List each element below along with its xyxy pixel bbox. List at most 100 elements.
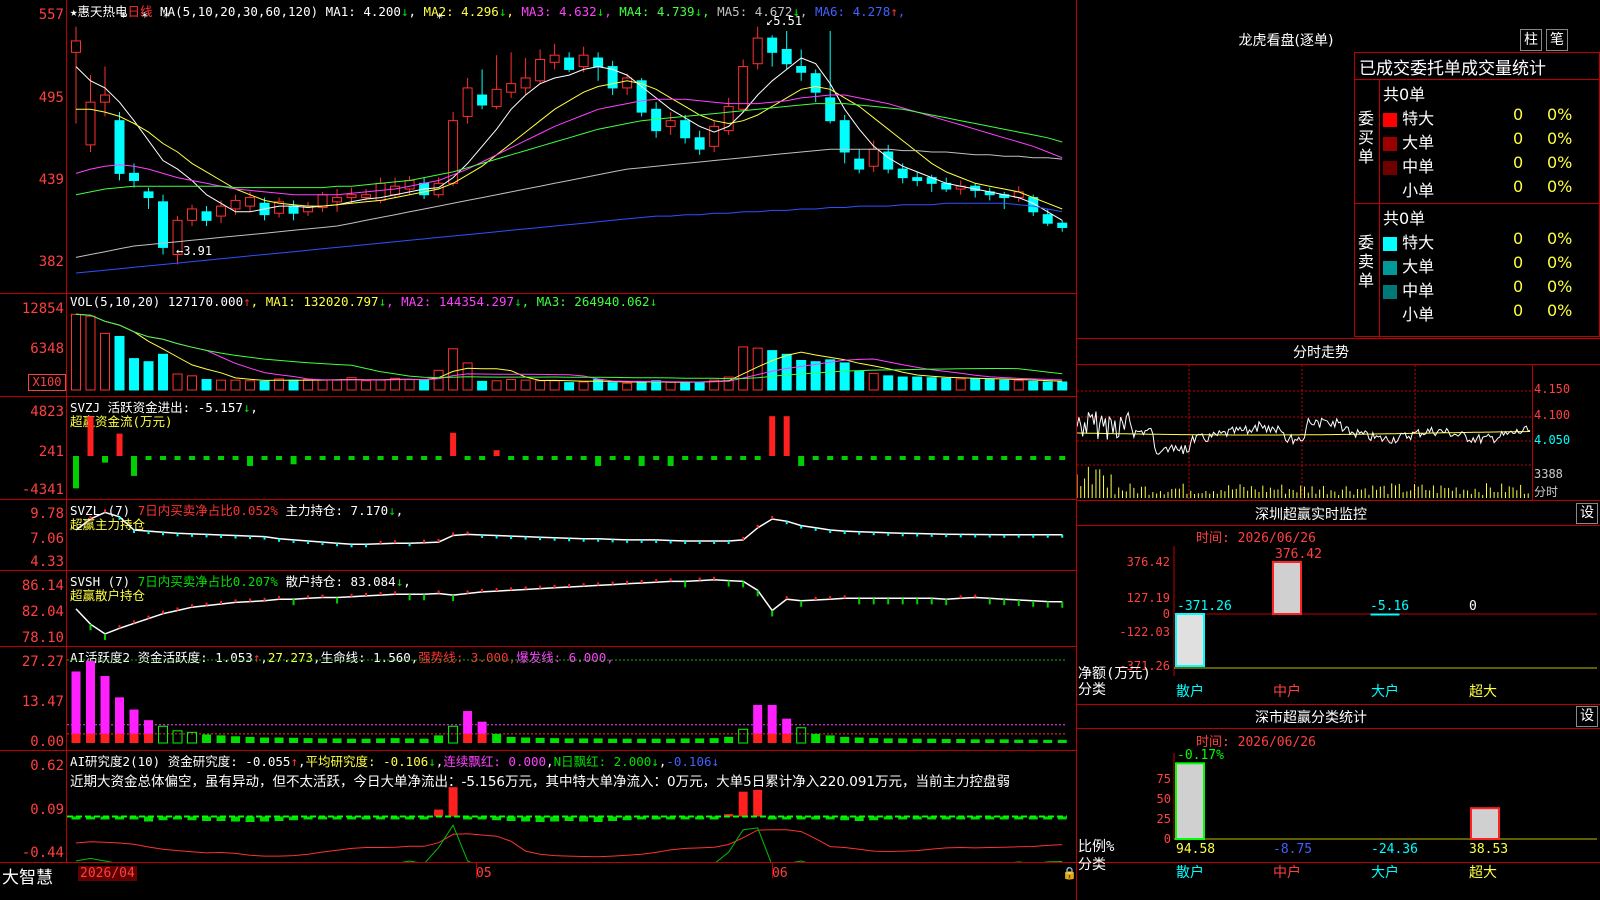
- volume-bar: [970, 378, 981, 391]
- activity-bar: [898, 738, 908, 743]
- candle-body: [361, 194, 372, 199]
- price-tick: 557: [38, 7, 64, 23]
- sell-total: 共0单: [1383, 209, 1426, 228]
- activity-bar: [434, 735, 444, 743]
- ma-line-ma5: [75, 57, 1063, 221]
- activity-bar-strong: [767, 733, 777, 743]
- candle-body: [593, 57, 604, 68]
- intraday-vol-tick: 3388: [1534, 467, 1563, 481]
- volume-bar: [738, 346, 749, 391]
- monitor-category: 超大: [1469, 684, 1497, 700]
- activity-bar: [869, 738, 879, 743]
- flow-bar: [740, 456, 747, 460]
- candle-body: [187, 208, 198, 221]
- flow-bar: [827, 456, 834, 460]
- candle-body: [404, 179, 415, 190]
- intraday-title: 分时走势: [1293, 345, 1349, 361]
- candle-body: [709, 125, 720, 147]
- order-count: 0: [1513, 105, 1524, 124]
- activity-bar: [318, 738, 328, 743]
- month-05-label: 05: [476, 866, 492, 881]
- main-hold-tick: 7.06: [30, 531, 64, 547]
- activity-bar: [941, 739, 951, 743]
- volume-bar: [999, 379, 1010, 391]
- volume-bar: [114, 335, 125, 391]
- activity-bar-burst: [129, 709, 139, 734]
- flow-bar: [131, 456, 138, 476]
- volume-bar: [230, 379, 241, 391]
- research-avg-line: [75, 829, 1063, 858]
- flow-bar: [160, 456, 167, 460]
- volume-bar: [303, 379, 314, 391]
- flow-bar: [696, 456, 703, 460]
- activity-bar: [680, 738, 690, 743]
- activity-bar-strong: [115, 733, 125, 743]
- candle-body: [636, 80, 647, 113]
- activity-bar: [854, 737, 864, 743]
- flow-bar: [885, 456, 892, 460]
- candle-body: [680, 120, 691, 139]
- order-count: 0: [1513, 177, 1524, 196]
- candle-body: [332, 197, 343, 203]
- volume-bar: [883, 375, 894, 391]
- candle-body: [752, 37, 763, 65]
- activity-bar: [1057, 739, 1067, 743]
- flow-bar: [73, 456, 79, 489]
- candle-body: [158, 201, 169, 248]
- candle-body: [143, 191, 154, 199]
- class-top-label: -0.17%: [1177, 748, 1224, 763]
- activity-bar: [970, 739, 980, 743]
- intraday-chart[interactable]: [1077, 365, 1532, 499]
- candle-body: [230, 199, 241, 210]
- flow-bar: [537, 456, 544, 460]
- color-swatch: [1383, 160, 1397, 175]
- activity-bar: [158, 725, 169, 744]
- candle-body: [622, 77, 633, 89]
- activity-bar: [347, 738, 357, 743]
- candle-body: [564, 57, 575, 70]
- volume-bar: [868, 372, 879, 391]
- flow-bar: [870, 456, 877, 460]
- flow-bar: [609, 456, 616, 460]
- flow-tick: 4823: [30, 404, 64, 420]
- activity-bar: [579, 738, 589, 743]
- activity-bar: [550, 738, 560, 743]
- tick-mark: [476, 862, 477, 878]
- flow-bar: [334, 456, 341, 460]
- activity-bar-strong: [463, 733, 473, 743]
- volume-bar: [129, 358, 140, 391]
- volume-chart: [71, 313, 1068, 391]
- order-type: 大单: [1397, 257, 1435, 276]
- vol-unit-box[interactable]: X100: [28, 374, 66, 391]
- flow-bar: [493, 450, 500, 456]
- order-row: 中单 0 0%: [1383, 153, 1600, 177]
- flow-bar: [87, 416, 94, 456]
- flow-bar: [189, 456, 196, 460]
- activity-bar: [912, 738, 922, 743]
- activity-bar: [985, 739, 995, 743]
- volume-bar: [810, 361, 821, 391]
- volume-bar: [491, 380, 502, 391]
- sz-monitor-settings-button[interactable]: 设: [1576, 503, 1598, 524]
- fund-flow-chart: [73, 416, 1066, 489]
- volume-bar: [317, 379, 328, 391]
- class-y-tick: 75: [1157, 772, 1171, 786]
- lhb-title: 龙虎看盘(逐单): [1238, 33, 1334, 49]
- class-value: 38.53: [1469, 842, 1508, 857]
- buy-rows: 特大 0 0% 大单 0 0% 中单 0 0% 小单 0 0%: [1383, 105, 1600, 201]
- lock-icon[interactable]: 🔒: [1062, 866, 1077, 880]
- bar-view-button[interactable]: 柱: [1520, 29, 1542, 51]
- flow-bar: [986, 456, 993, 460]
- flow-bar: [1001, 456, 1008, 460]
- sz-class-settings-button[interactable]: 设: [1576, 706, 1598, 727]
- flow-bar: [754, 456, 761, 460]
- activity-bar: [840, 736, 850, 743]
- volume-bar: [680, 382, 691, 391]
- flow-bar: [624, 456, 631, 460]
- volume-bar: [1028, 380, 1039, 391]
- candlestick-chart[interactable]: [67, 17, 1075, 293]
- activity-bar: [564, 738, 574, 743]
- candle-body: [462, 87, 473, 117]
- monitor-value: 376.42: [1275, 547, 1322, 562]
- tick-view-button[interactable]: 笔: [1546, 29, 1568, 51]
